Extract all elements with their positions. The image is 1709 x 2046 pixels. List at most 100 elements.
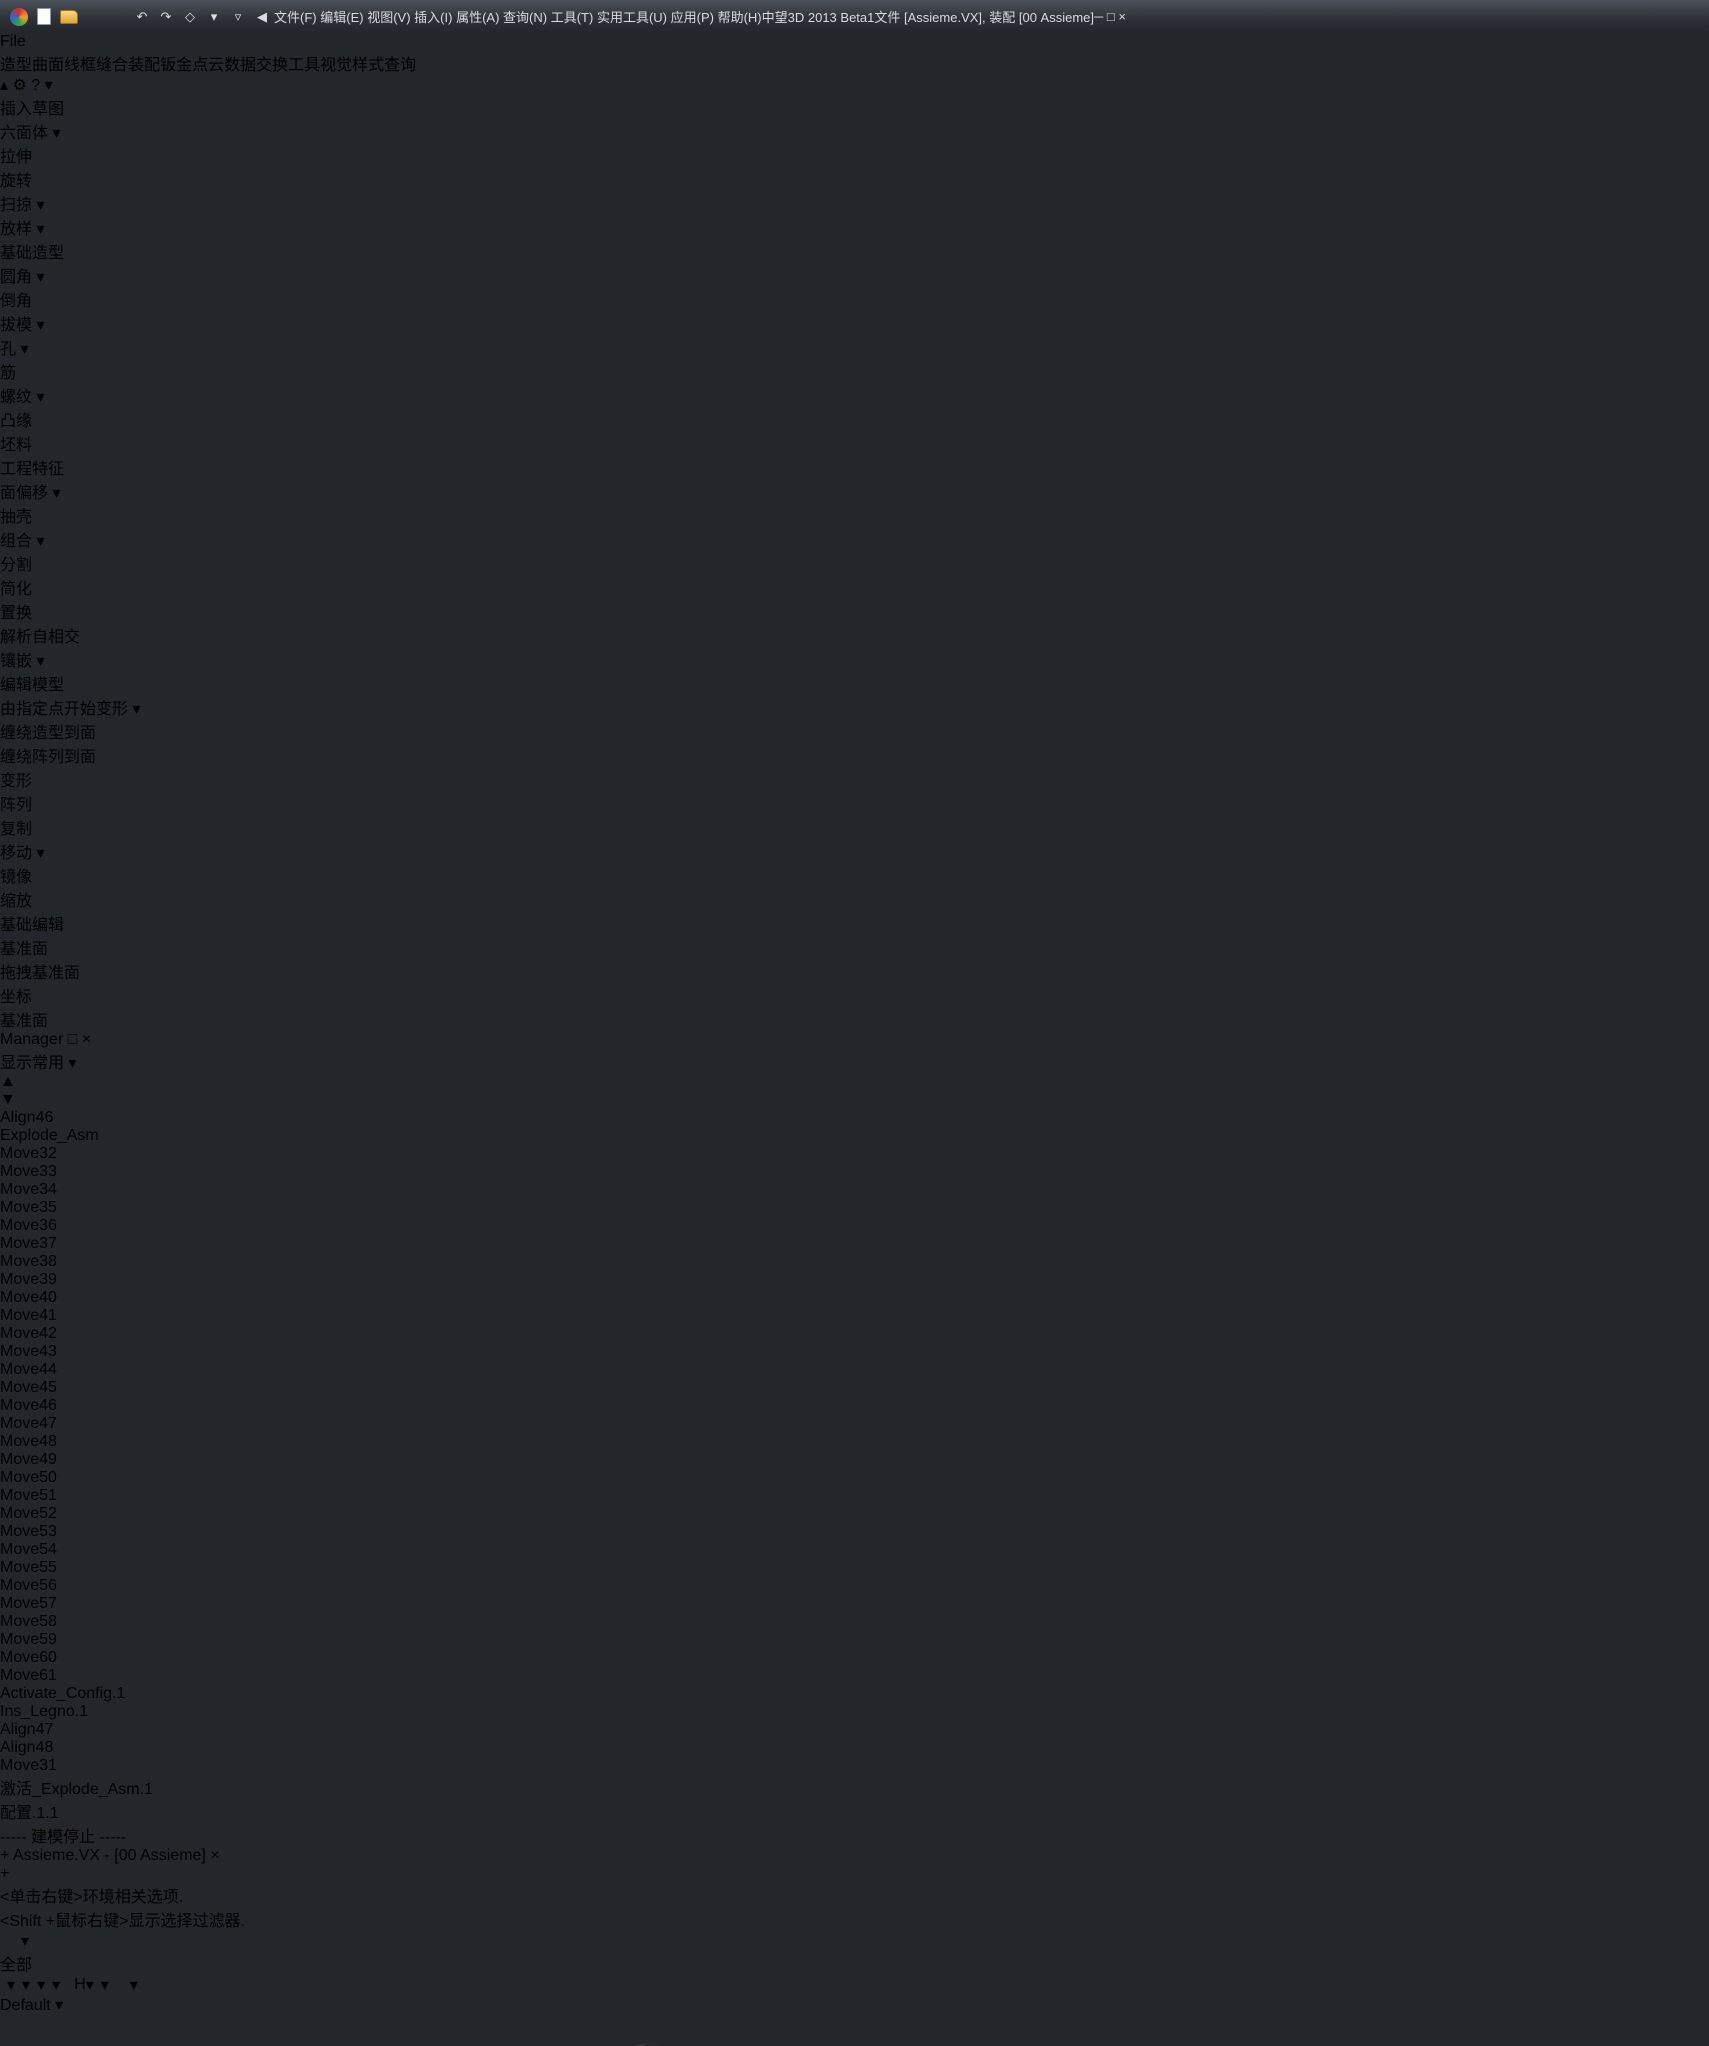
- dropdown-arrow-icon[interactable]: ▾: [52, 125, 60, 142]
- wrap-to-face-button[interactable]: 缠绕造型到面: [0, 719, 1709, 743]
- drag-datum-button[interactable]: 拖拽基准面: [0, 959, 1709, 983]
- ribbon-tab[interactable]: 钣金: [160, 51, 192, 75]
- insert-sketch-button[interactable]: 插入草图: [0, 95, 1709, 119]
- shell-button[interactable]: 抽壳: [0, 503, 1709, 527]
- ribbon-tab[interactable]: 线框: [64, 51, 96, 75]
- deform-from-point-button[interactable]: 由指定点开始变形 ▾: [0, 695, 1709, 719]
- menu-item[interactable]: 查询(N): [503, 10, 547, 25]
- save-icon[interactable]: [86, 7, 102, 27]
- scroll-down-icon[interactable]: ▼: [0, 1091, 1709, 1109]
- menu-item[interactable]: 应用(P): [671, 10, 714, 25]
- dropdown-arrow-icon[interactable]: ▾: [20, 341, 28, 358]
- thread-button[interactable]: 螺纹 ▾: [0, 383, 1709, 407]
- ribbon-tab[interactable]: 工具: [288, 51, 320, 75]
- tree-item[interactable]: Move57: [0, 1595, 1709, 1613]
- hole-button[interactable]: 孔 ▾: [0, 335, 1709, 359]
- new-tab-button[interactable]: +: [0, 1865, 1709, 1883]
- rib-button[interactable]: 筋: [0, 359, 1709, 383]
- stock-button[interactable]: 坯料: [0, 431, 1709, 455]
- tree-item[interactable]: Move58: [0, 1613, 1709, 1631]
- fillet-button[interactable]: 圆角 ▾: [0, 263, 1709, 287]
- pattern-button[interactable]: 阵列: [0, 791, 1709, 815]
- tree-item[interactable]: Align48: [0, 1739, 1709, 1757]
- minimize-button[interactable]: ─: [1094, 9, 1103, 24]
- menu-item[interactable]: 工具(T): [551, 10, 594, 25]
- close-panel-icon[interactable]: ×: [82, 1031, 91, 1048]
- dropdown-arrow-icon[interactable]: ▾: [7, 1975, 15, 1995]
- inlay-button[interactable]: 镶嵌 ▾: [0, 647, 1709, 671]
- tree-item[interactable]: Move54: [0, 1541, 1709, 1559]
- tree-item[interactable]: Move36: [0, 1217, 1709, 1235]
- tree-item[interactable]: ----- 建模停止 -----: [0, 1823, 1709, 1847]
- ribbon-tab[interactable]: 查询: [384, 51, 416, 75]
- dropdown-arrow-icon[interactable]: ▾: [52, 1975, 60, 1995]
- close-button[interactable]: ×: [1118, 9, 1126, 24]
- resolve-self-intersection-button[interactable]: 解析自相交: [0, 623, 1709, 647]
- draft-button[interactable]: 拔模 ▾: [0, 311, 1709, 335]
- file-menu-button[interactable]: File: [0, 33, 1709, 51]
- dropdown-arrow-icon[interactable]: ▾: [22, 1975, 30, 1995]
- collapse-ribbon-icon[interactable]: ▴: [0, 77, 8, 94]
- dropdown-arrow-icon[interactable]: ▾: [36, 221, 44, 238]
- tree-item[interactable]: Move60: [0, 1649, 1709, 1667]
- tree-item[interactable]: Move34: [0, 1181, 1709, 1199]
- tree-item[interactable]: Move37: [0, 1235, 1709, 1253]
- dropdown-arrow-icon[interactable]: ▾: [132, 701, 140, 718]
- tree-item[interactable]: Move47: [0, 1415, 1709, 1433]
- dropdown-arrow-icon[interactable]: ▾: [37, 1975, 45, 1995]
- combine-button[interactable]: 组合 ▾: [0, 527, 1709, 551]
- face-offset-button[interactable]: 面偏移 ▾: [0, 479, 1709, 503]
- tree-item[interactable]: Move52: [0, 1505, 1709, 1523]
- tree-item[interactable]: Move59: [0, 1631, 1709, 1649]
- ribbon-tab[interactable]: 视觉样式: [320, 51, 384, 75]
- menu-item[interactable]: 插入(I): [414, 10, 452, 25]
- undo-icon[interactable]: ↶: [134, 7, 150, 27]
- ribbon-tab[interactable]: 数据交换: [224, 51, 288, 75]
- ribbon-tab[interactable]: 装配: [128, 51, 160, 75]
- float-panel-icon[interactable]: □: [68, 1031, 78, 1048]
- replace-button[interactable]: 置换: [0, 599, 1709, 623]
- redo-icon[interactable]: ↷: [158, 7, 174, 27]
- tree-item[interactable]: Align47: [0, 1721, 1709, 1739]
- document-tab[interactable]: + Assieme.VX - [00 Assieme] ×: [0, 1847, 1709, 1865]
- ribbon-tab[interactable]: 点云: [192, 51, 224, 75]
- tab-close-icon[interactable]: ×: [210, 1847, 219, 1864]
- tree-item[interactable]: Move32: [0, 1145, 1709, 1163]
- dropdown-arrow-icon[interactable]: ▾: [36, 269, 44, 286]
- tree-item[interactable]: Move40: [0, 1289, 1709, 1307]
- chamfer-button[interactable]: 倒角: [0, 287, 1709, 311]
- open-folder-icon[interactable]: [60, 7, 78, 27]
- dropdown-arrow-icon[interactable]: ▾: [36, 317, 44, 334]
- print-icon[interactable]: [110, 7, 126, 27]
- help-icon[interactable]: ?: [31, 77, 40, 94]
- dropdown-arrow-icon[interactable]: ▾: [36, 845, 44, 862]
- tree-item[interactable]: Move33: [0, 1163, 1709, 1181]
- render-style-select[interactable]: Default ▾: [0, 1995, 1709, 2015]
- tree-item[interactable]: Move51: [0, 1487, 1709, 1505]
- menu-item[interactable]: 帮助(H): [718, 10, 762, 25]
- scale-button[interactable]: 缩放: [0, 887, 1709, 911]
- toolbar-options-icon[interactable]: ▿: [230, 7, 246, 27]
- tree-item[interactable]: Move42: [0, 1325, 1709, 1343]
- dimension-icon[interactable]: H: [74, 1976, 86, 1994]
- csys-button[interactable]: 坐标: [0, 983, 1709, 1007]
- flange-button[interactable]: 凸缘: [0, 407, 1709, 431]
- revolve-button[interactable]: 旋转: [0, 167, 1709, 191]
- tree-item[interactable]: Move55: [0, 1559, 1709, 1577]
- tree-scrollbar[interactable]: ▲ ▼: [0, 1073, 1709, 1109]
- dropdown-arrow-icon[interactable]: ▾: [130, 1975, 138, 1995]
- simplify-button[interactable]: 简化: [0, 575, 1709, 599]
- tree-item[interactable]: Ins_Legno.1: [0, 1703, 1709, 1721]
- tree-item[interactable]: Move43: [0, 1343, 1709, 1361]
- dropdown-arrow-icon[interactable]: ▾: [36, 197, 44, 214]
- menu-item[interactable]: 编辑(E): [320, 10, 363, 25]
- wrap-pattern-to-face-button[interactable]: 缠绕阵列到面: [0, 743, 1709, 767]
- tree-item[interactable]: 激活_Explode_Asm.1: [0, 1775, 1709, 1799]
- pick-filter-dropdown-icon[interactable]: ▾: [206, 7, 222, 27]
- dropdown-arrow-icon[interactable]: ▾: [36, 533, 44, 550]
- menu-item[interactable]: 属性(A): [456, 10, 499, 25]
- tree-item[interactable]: Move49: [0, 1451, 1709, 1469]
- tree-item[interactable]: Move41: [0, 1307, 1709, 1325]
- tree-item[interactable]: Move61: [0, 1667, 1709, 1685]
- tree-item[interactable]: Activate_Config.1: [0, 1685, 1709, 1703]
